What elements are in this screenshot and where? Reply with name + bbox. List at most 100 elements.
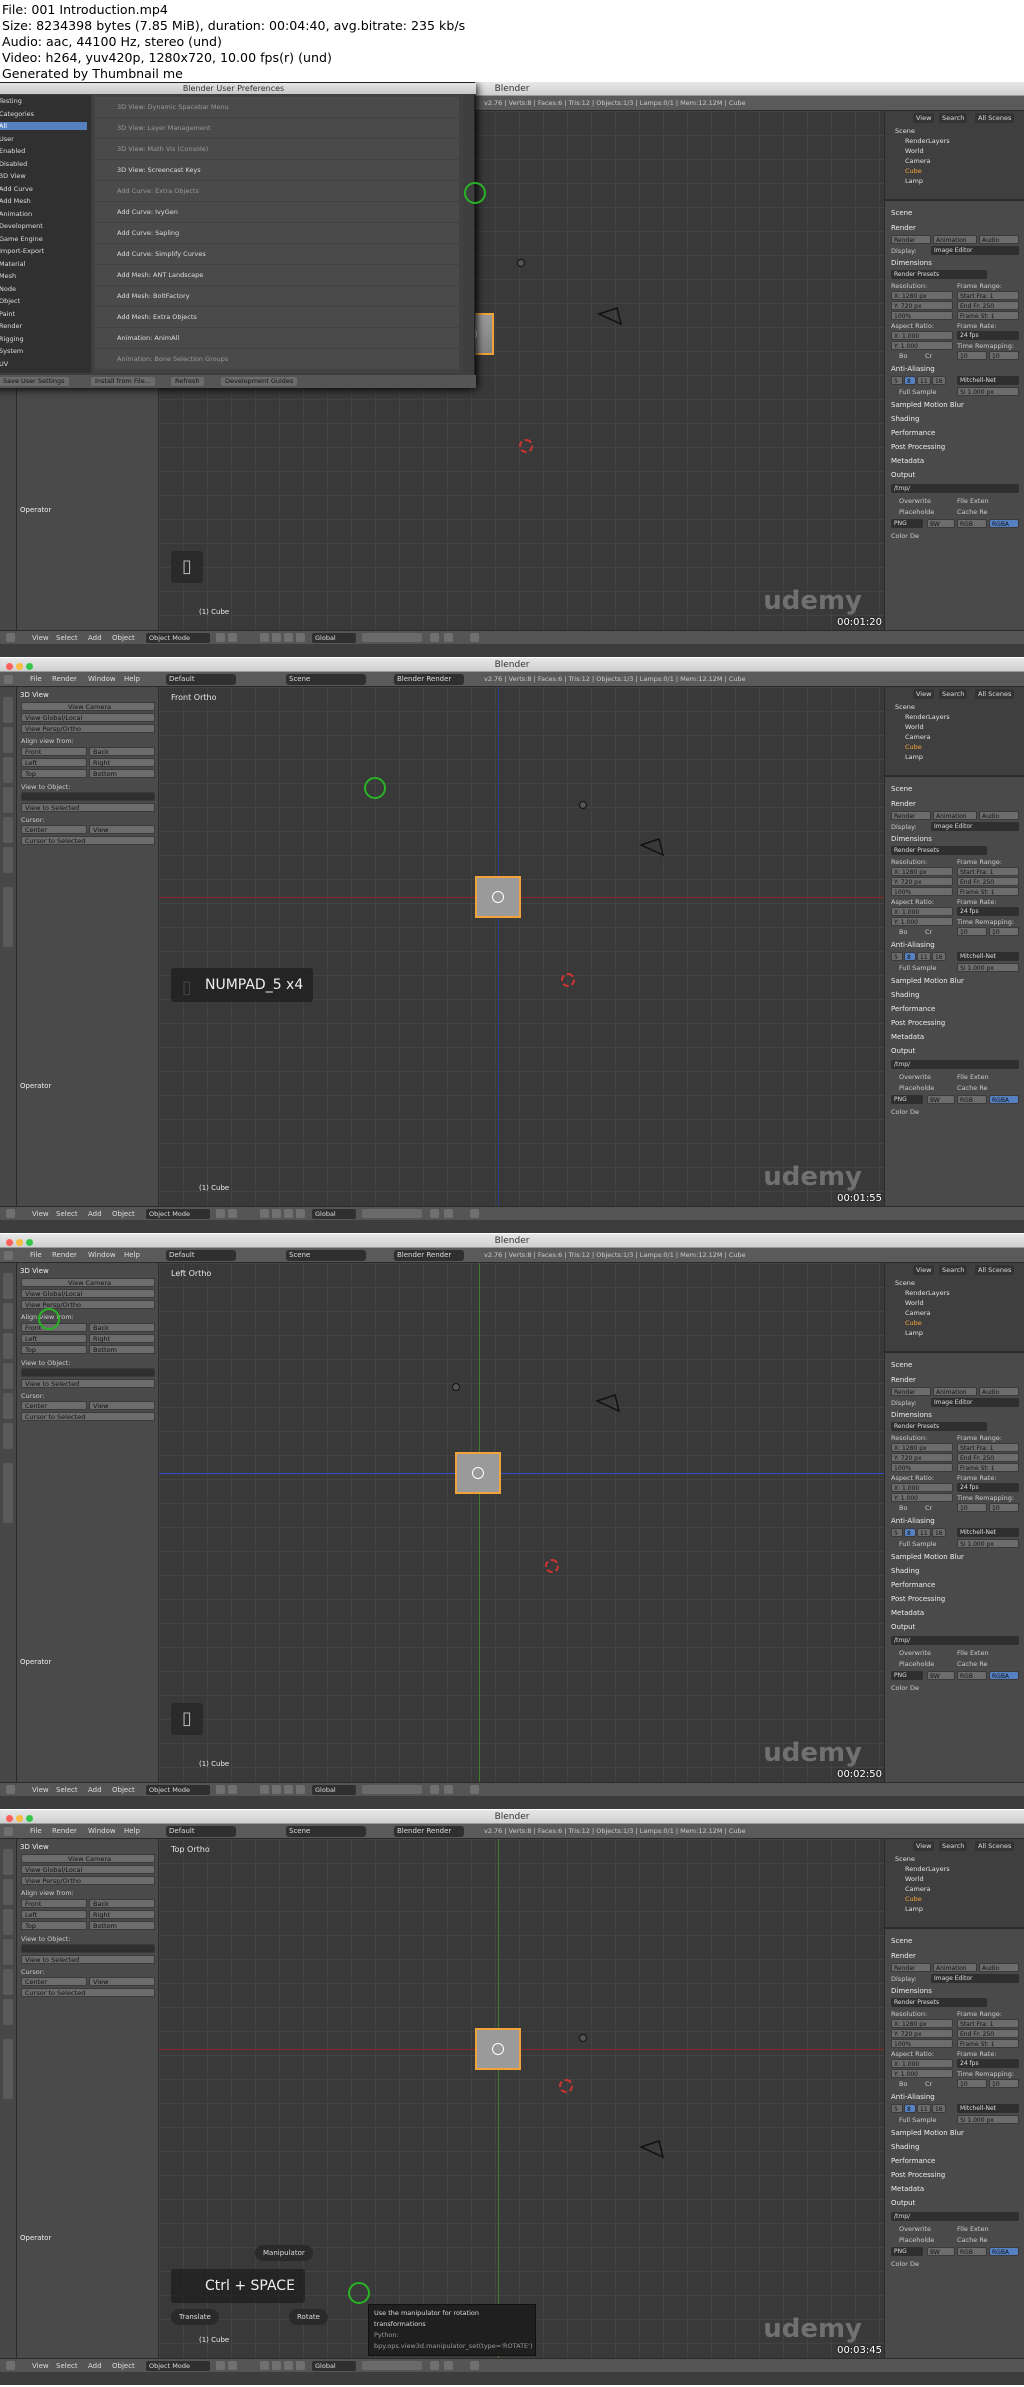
addon-category-item[interactable]: Development [0,222,87,230]
time-remap-new-field[interactable]: 10 [989,351,1019,360]
close-window-icon[interactable] [6,1815,13,1822]
tab-physics[interactable] [3,1969,13,1995]
aa-16-button[interactable]: 16 [932,376,946,385]
close-window-icon[interactable] [6,663,13,670]
right-view-button[interactable]: Right [89,1334,155,1343]
header-object-menu[interactable]: Object [112,2362,135,2370]
placeholders-checkbox[interactable]: Placeholde [899,1084,934,1092]
render-engine-select[interactable]: Blender Render [394,1250,464,1261]
view-to-object-field[interactable] [21,792,155,801]
display-select[interactable]: Image Editor [931,1398,1019,1407]
addon-category-item[interactable]: Add Mesh [0,197,87,205]
resolution-y-field[interactable]: Y: 720 px [891,301,953,310]
motion-blur-panel[interactable]: Sampled Motion Blur [891,977,964,985]
resolution-percent-field[interactable]: 100% [891,2039,953,2048]
addon-category-item[interactable]: Testing [0,97,87,105]
tab-animation[interactable] [3,1363,13,1389]
menu-help[interactable]: Help [124,1251,140,1259]
outliner-display-select[interactable]: All Scenes [975,1265,1015,1275]
time-remap-new-field[interactable]: 10 [989,1503,1019,1512]
editor-type-icon[interactable] [4,1827,13,1836]
3d-cursor-icon[interactable] [561,973,575,987]
outliner-item-scene[interactable]: Scene [895,703,915,711]
audio-button[interactable]: Audio [979,811,1019,820]
addon-category-item[interactable]: Import-Export [0,247,87,255]
addon-category-item[interactable]: Disabled [0,160,87,168]
outliner-item-camera[interactable]: Camera [905,157,931,165]
aa-8-button[interactable]: 8 [904,1528,916,1537]
filter-size-field[interactable]: Si 1.000 px [957,387,1019,396]
file-extensions-checkbox[interactable]: File Exten [957,497,989,505]
zoom-window-icon[interactable] [26,1815,33,1822]
minimize-window-icon[interactable] [16,1815,23,1822]
manipulator-toggle-icon[interactable] [260,1209,269,1218]
mode-select[interactable]: Object Mode [146,1209,210,1219]
footer-button[interactable]: Development Guides [221,377,298,386]
aspect-y-field[interactable]: Y: 1.000 [891,341,953,350]
aa-5-button[interactable]: 5 [891,376,903,385]
crop-checkbox[interactable]: Cr [925,2080,932,2088]
aspect-x-field[interactable]: X: 1.000 [891,907,953,916]
border-checkbox[interactable]: Bo [899,1504,907,1512]
color-rgba-button[interactable]: RGBA [989,519,1019,528]
outliner-item-scene[interactable]: Scene [895,127,915,135]
outliner-search-menu[interactable]: Search [939,689,968,699]
proportional-edit-icon[interactable] [430,2361,439,2370]
fps-select[interactable]: 24 fps [957,907,1019,916]
editor-type-icon[interactable] [6,1209,15,1218]
anti-aliasing-panel-title[interactable]: Anti-Aliasing [891,2093,935,2101]
metadata-panel[interactable]: Metadata [891,2185,924,2193]
border-checkbox[interactable]: Bo [899,352,907,360]
color-rgb-button[interactable]: RGB [957,1671,987,1680]
motion-blur-panel[interactable]: Sampled Motion Blur [891,2129,964,2137]
addon-item[interactable]: Add Mesh: Extra Objects [95,307,459,327]
header-add-menu[interactable]: Add [88,1210,102,1218]
layers-grid[interactable] [362,2361,422,2370]
outliner-view-menu[interactable]: View [913,689,935,699]
render-panel-title[interactable]: Render [891,800,916,808]
scale-manipulator-icon[interactable] [296,633,305,642]
render-presets-select[interactable]: Render Presets [891,846,987,855]
outliner-item-renderlayers[interactable]: RenderLayers [905,1865,950,1873]
full-sample-checkbox[interactable]: Full Sample [899,2116,937,2124]
proportional-edit-icon[interactable] [430,1209,439,1218]
viewport-shading-icon[interactable] [216,1785,225,1794]
output-path-field[interactable]: /tmp/ [891,484,1019,493]
layers-grid[interactable] [362,1785,422,1794]
rotate-manipulator-icon[interactable] [284,1209,293,1218]
display-select[interactable]: Image Editor [931,246,1019,255]
mode-select[interactable]: Object Mode [146,1785,210,1795]
lamp-object[interactable] [579,2034,587,2042]
file-extensions-checkbox[interactable]: File Exten [957,2225,989,2233]
screen-layout-select[interactable]: Default [166,1826,236,1837]
header-select-menu[interactable]: Select [56,634,78,642]
outliner-item-cube[interactable]: Cube [905,1895,922,1903]
menu-file[interactable]: File [30,675,42,683]
dimensions-panel-title[interactable]: Dimensions [891,1987,932,1995]
metadata-panel[interactable]: Metadata [891,1609,924,1617]
header-select-menu[interactable]: Select [56,2362,78,2370]
view-to-selected-button[interactable]: View to Selected [21,1379,155,1388]
outliner-display-select[interactable]: All Scenes [975,1841,1015,1851]
proportional-edit-icon[interactable] [430,633,439,642]
operator-panel-title[interactable]: Operator [20,2234,51,2242]
outliner-item-camera[interactable]: Camera [905,733,931,741]
render-button[interactable]: Render [891,1963,931,1972]
resolution-y-field[interactable]: Y: 720 px [891,877,953,886]
motion-blur-panel[interactable]: Sampled Motion Blur [891,401,964,409]
addon-category-item[interactable]: Rigging [0,335,87,343]
viewport-shading-icon[interactable] [216,1209,225,1218]
frame-start-field[interactable]: Start Fra: 1 [957,2019,1019,2028]
time-remap-old-field[interactable]: 10 [957,927,987,936]
resolution-y-field[interactable]: Y: 720 px [891,2029,953,2038]
addon-category-item[interactable]: User [0,135,87,143]
3d-cursor-icon[interactable] [545,1559,559,1573]
editor-type-icon[interactable] [6,1785,15,1794]
aa-filter-select[interactable]: Mitchell-Net [957,376,1019,385]
cursor-center-button[interactable]: Center [21,825,87,834]
outliner-item-cube[interactable]: Cube [905,743,922,751]
render-preview-icon[interactable] [470,2361,479,2370]
view-to-selected-button[interactable]: View to Selected [21,1955,155,1964]
resolution-percent-field[interactable]: 100% [891,887,953,896]
view-to-object-field[interactable] [21,1368,155,1377]
